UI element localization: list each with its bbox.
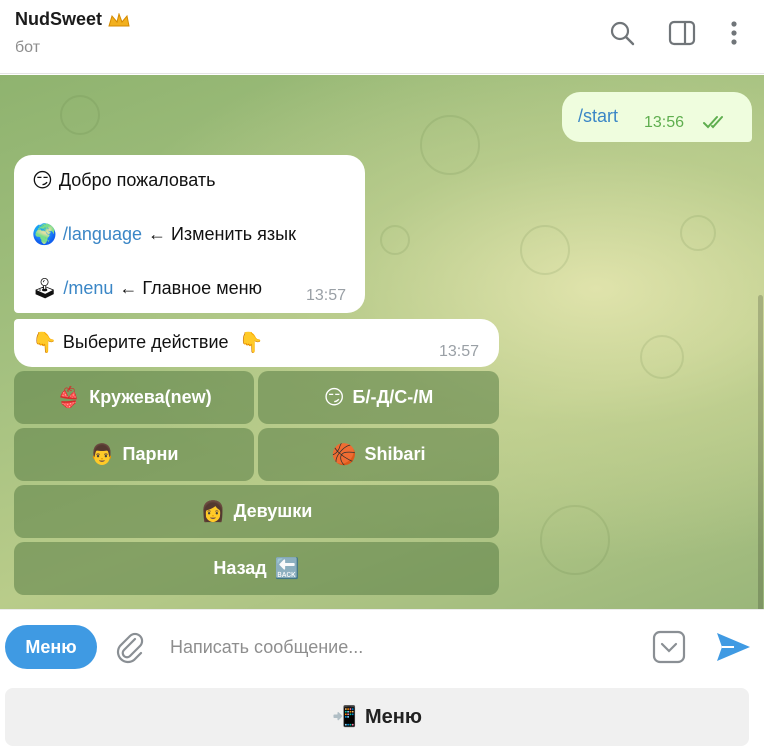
chat-title-text: NudSweet — [15, 9, 103, 29]
message-time: 13:57 — [306, 287, 347, 304]
smirk-emoji-icon: 😏 — [32, 169, 53, 192]
inline-button-lace[interactable]: 👙 Кружева(new) — [14, 371, 254, 424]
reply-button-menu[interactable]: 📲 Меню — [5, 688, 749, 746]
joystick-emoji-icon: 🕹 — [32, 277, 58, 300]
crown-icon — [108, 12, 130, 26]
inline-button-bdsm[interactable]: 😏 Б/-Д/С-/М — [258, 371, 499, 424]
chat-header: NudSweet бот — [0, 0, 764, 74]
woman-emoji-icon: 👩 — [200, 500, 226, 523]
inline-button-label: Девушки — [233, 501, 313, 521]
back-arrow-emoji-icon: 🔙 — [274, 557, 300, 580]
chat-title[interactable]: NudSweet — [15, 9, 130, 30]
welcome-text: Добро пожаловать — [58, 170, 216, 190]
chat-subtitle: бот — [15, 39, 41, 56]
message-time: 13:57 — [439, 343, 480, 360]
bot-menu-button[interactable]: Меню — [5, 625, 97, 669]
reply-keyboard: 📲 Меню — [0, 683, 764, 751]
sidebar-toggle-icon[interactable] — [667, 18, 697, 48]
inline-button-label: Кружева(new) — [89, 387, 212, 407]
wallpaper-doodle — [380, 225, 410, 255]
point-down-emoji-icon: 👇 — [238, 331, 264, 354]
inline-button-girls[interactable]: 👩 Девушки — [14, 485, 499, 538]
keyboard-toggle-icon[interactable] — [652, 630, 686, 664]
point-down-emoji-icon: 👇 — [32, 331, 57, 354]
bikini-emoji-icon: 👙 — [56, 386, 82, 409]
inline-button-label: Назад — [213, 558, 267, 578]
double-check-icon — [703, 116, 723, 129]
wallpaper-doodle — [540, 505, 610, 575]
message-text: /start — [578, 106, 619, 126]
chat-scrollbar[interactable] — [756, 75, 764, 675]
language-line: 🌍 /language ← Изменить язык — [32, 224, 296, 245]
composer-bar: Меню — [0, 609, 764, 683]
message-input[interactable] — [170, 627, 640, 667]
paperclip-icon[interactable] — [113, 630, 147, 664]
outgoing-message[interactable]: /start 13:56 — [562, 92, 752, 142]
menu-hint: ← Главное меню — [119, 278, 263, 298]
incoming-message-welcome[interactable]: 😏 Добро пожаловать 🌍 /language ← Изменит… — [14, 155, 365, 313]
mobile-arrow-emoji-icon: 📲 — [332, 706, 357, 728]
inline-button-back[interactable]: Назад 🔙 — [14, 542, 499, 595]
menu-command-link[interactable]: /menu — [63, 278, 113, 299]
incoming-message-choose[interactable]: 👇 Выберите действие 👇 13:57 — [14, 319, 499, 367]
chat-area: /start 13:56 😏 Добро пожаловать 🌍 /langu… — [0, 75, 764, 609]
choose-line: 👇 Выберите действие 👇 — [32, 332, 263, 353]
reply-button-label: Меню — [364, 705, 422, 728]
welcome-line: 😏 Добро пожаловать — [32, 170, 216, 191]
inline-button-shibari[interactable]: 🏀 Shibari — [258, 428, 499, 481]
wallpaper-doodle — [520, 225, 570, 275]
inline-button-label: Парни — [122, 444, 179, 464]
search-icon[interactable] — [607, 18, 637, 48]
yarn-ball-emoji-icon: 🏀 — [331, 443, 357, 466]
globe-emoji-icon: 🌍 — [32, 223, 57, 246]
inline-button-guys[interactable]: 👨 Парни — [14, 428, 254, 481]
language-hint: ← Изменить язык — [147, 224, 296, 244]
man-emoji-icon: 👨 — [89, 443, 115, 466]
language-command-link[interactable]: /language — [63, 224, 142, 245]
inline-button-label: Б/-Д/С-/М — [352, 387, 434, 407]
wallpaper-doodle — [420, 115, 480, 175]
wallpaper-doodle — [60, 95, 100, 135]
send-icon[interactable] — [714, 630, 752, 664]
smirk-emoji-icon: 😏 — [323, 386, 345, 409]
choose-text: Выберите действие — [62, 332, 229, 352]
message-time: 13:56 — [644, 114, 685, 131]
more-vertical-icon[interactable] — [719, 18, 749, 48]
menu-line: 🕹 /menu ← Главное меню — [32, 278, 262, 299]
wallpaper-doodle — [680, 215, 716, 251]
inline-button-label: Shibari — [364, 444, 426, 464]
wallpaper-doodle — [640, 335, 684, 379]
